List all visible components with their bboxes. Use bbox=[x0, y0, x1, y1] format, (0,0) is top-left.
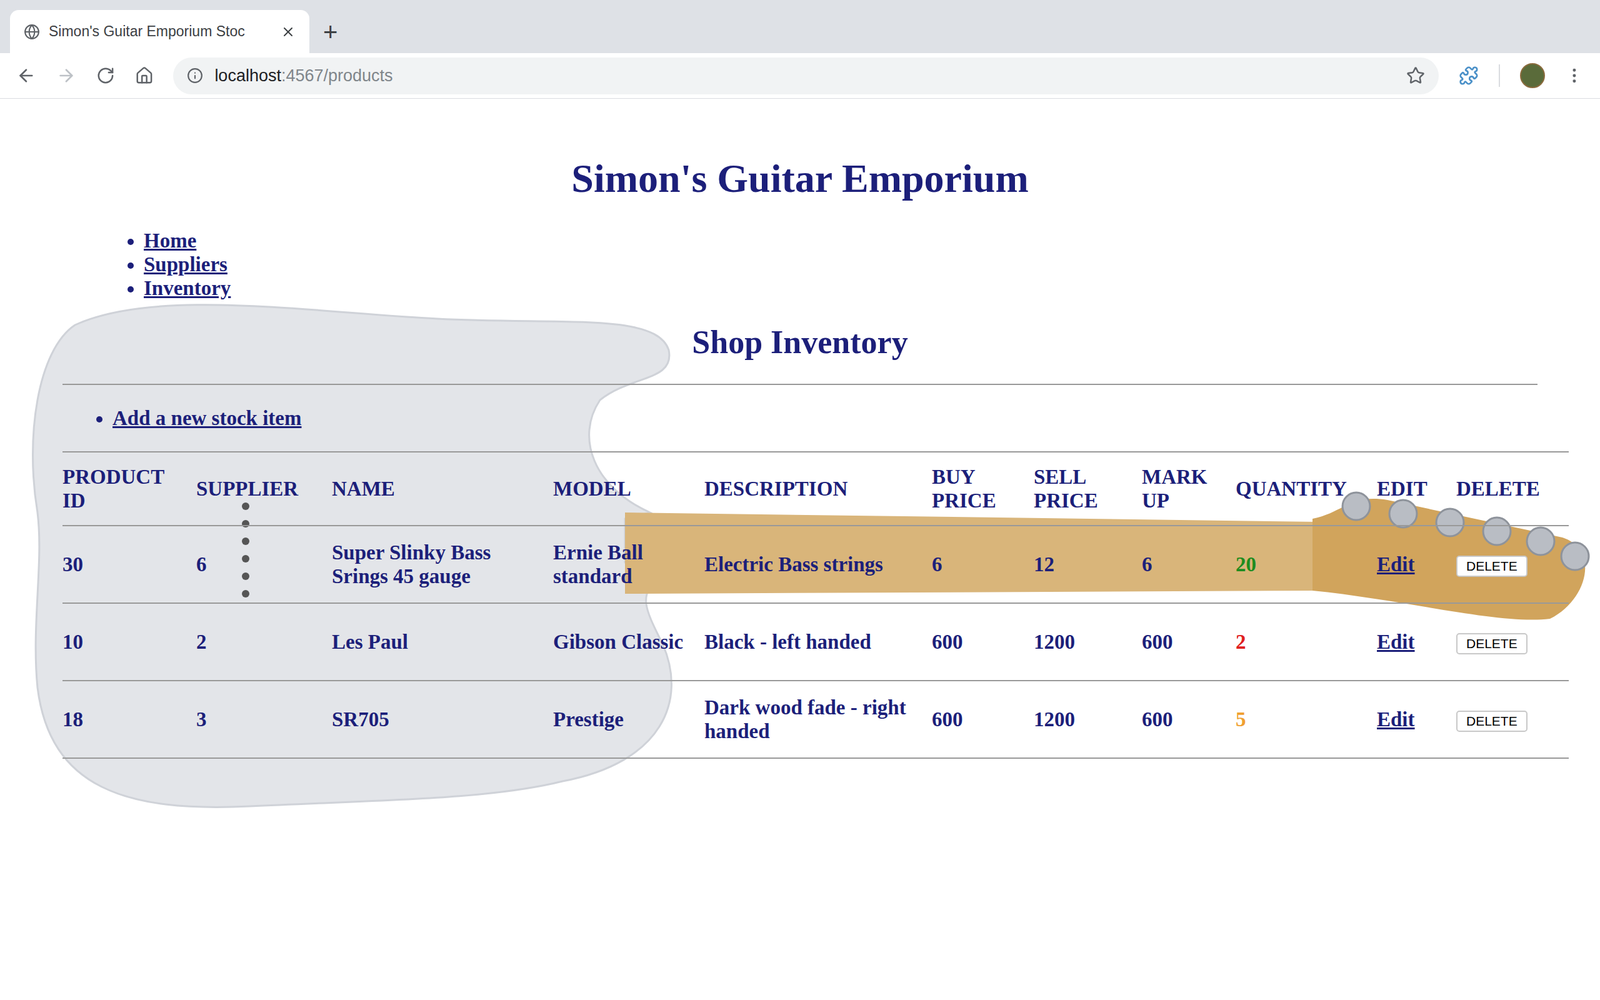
product-id-cell: 18 bbox=[62, 680, 197, 759]
supplier-cell: 2 bbox=[196, 603, 332, 681]
guitar-headstock-icon bbox=[1312, 498, 1585, 620]
forward-icon[interactable] bbox=[56, 65, 77, 86]
tuner-icon bbox=[1389, 500, 1417, 528]
add-stock-link[interactable]: Add a new stock item bbox=[112, 406, 1538, 430]
delete-button[interactable]: DELETE bbox=[1456, 633, 1528, 655]
browser-window: Simon's Guitar Emporium Stoc + localhost:4… bbox=[0, 0, 1600, 1000]
actions-list: Add a new stock item bbox=[112, 385, 1538, 452]
back-icon[interactable] bbox=[16, 65, 37, 86]
supplier-cell: 6 bbox=[196, 525, 332, 604]
edit-link[interactable]: Edit bbox=[1376, 553, 1415, 576]
column-header: DESCRIPTION bbox=[704, 451, 932, 526]
nav-item[interactable]: Suppliers bbox=[143, 252, 1538, 277]
tuner-icon bbox=[1483, 517, 1511, 545]
model-cell: Prestige bbox=[553, 680, 705, 759]
tab-bar: Simon's Guitar Emporium Stoc + bbox=[0, 0, 1600, 54]
browser-tab[interactable]: Simon's Guitar Emporium Stoc bbox=[10, 10, 310, 54]
profile-avatar-icon[interactable] bbox=[1520, 63, 1545, 89]
divider bbox=[62, 383, 1538, 385]
edit-link[interactable]: Edit bbox=[1376, 630, 1415, 654]
bookmark-star-icon[interactable] bbox=[1406, 66, 1425, 85]
home-icon[interactable] bbox=[135, 66, 154, 85]
product-id-cell: 30 bbox=[62, 525, 197, 604]
edit-link[interactable]: Edit bbox=[1376, 708, 1415, 731]
model-cell: Gibson Classic bbox=[553, 603, 705, 681]
main-nav: HomeSuppliersInventory bbox=[143, 228, 1538, 300]
page: Simon's Guitar Emporium HomeSuppliersInve… bbox=[0, 98, 1600, 809]
table-row: 102Les PaulGibson ClassicBlack - left ha… bbox=[62, 603, 1569, 681]
guitar-background-icon bbox=[0, 98, 1600, 1000]
column-header: MODEL bbox=[553, 451, 705, 526]
model-cell: Ernie Ball standard bbox=[553, 525, 705, 604]
delete-button[interactable]: DELETE bbox=[1456, 710, 1528, 732]
url: localhost:4567/products bbox=[214, 63, 1395, 89]
nav-item[interactable]: Inventory bbox=[143, 276, 1538, 300]
column-header: SUPPLIER bbox=[196, 451, 332, 526]
column-header: EDIT bbox=[1376, 451, 1457, 526]
omnibox[interactable]: localhost:4567/products bbox=[173, 57, 1439, 95]
pickup-pole-icon bbox=[241, 555, 250, 563]
delete-cell: DELETE bbox=[1456, 525, 1569, 604]
markup-cell: 6 bbox=[1141, 525, 1236, 604]
pickup-pole-icon bbox=[241, 590, 250, 598]
description-cell: Black - left handed bbox=[704, 603, 932, 681]
table-row: 306Super Slinky Bass Srings 45 gaugeErni… bbox=[62, 525, 1569, 604]
sell-price-cell: 1200 bbox=[1033, 603, 1142, 681]
inventory-table: PRODUCT IDSUPPLIERNAMEMODELDESCRIPTIONBU… bbox=[62, 451, 1569, 759]
delete-cell: DELETE bbox=[1456, 603, 1569, 681]
quantity-cell: 20 bbox=[1235, 525, 1377, 604]
pickup-pole-icon bbox=[241, 520, 250, 528]
pickup-pole-icon bbox=[241, 537, 250, 545]
delete-cell: DELETE bbox=[1456, 680, 1569, 759]
table-row: 183SR705PrestigeDark wood fade - right h… bbox=[62, 680, 1569, 759]
name-cell: Super Slinky Bass Srings 45 gauge bbox=[331, 525, 554, 604]
menu-icon[interactable] bbox=[1565, 66, 1584, 85]
toolbar: localhost:4567/products bbox=[0, 53, 1600, 99]
column-header: DELETE bbox=[1456, 451, 1569, 526]
column-header: SELL PRICE bbox=[1033, 451, 1142, 526]
column-header: BUY PRICE bbox=[931, 451, 1034, 526]
pickup-pole-icon bbox=[241, 572, 250, 580]
sell-price-cell: 1200 bbox=[1033, 680, 1142, 759]
tab-title: Simon's Guitar Emporium Stoc bbox=[48, 20, 272, 43]
tuner-icon bbox=[1436, 508, 1464, 537]
site-title: Simon's Guitar Emporium bbox=[62, 98, 1538, 202]
toolbar-divider bbox=[1498, 64, 1500, 87]
nav-item[interactable]: Home bbox=[143, 228, 1538, 253]
name-cell: SR705 bbox=[331, 680, 554, 759]
buy-price-cell: 600 bbox=[931, 680, 1034, 759]
info-icon[interactable] bbox=[186, 67, 204, 84]
tuner-icon bbox=[1526, 527, 1555, 555]
table-header: PRODUCT IDSUPPLIERNAMEMODELDESCRIPTIONBU… bbox=[62, 451, 1569, 526]
pickup-pole-icon bbox=[241, 502, 250, 510]
edit-cell: Edit bbox=[1376, 603, 1457, 681]
extension-icon[interactable] bbox=[1458, 65, 1479, 86]
product-id-cell: 10 bbox=[62, 603, 197, 681]
column-header: NAME bbox=[331, 451, 554, 526]
edit-cell: Edit bbox=[1376, 680, 1457, 759]
sell-price-cell: 12 bbox=[1033, 525, 1142, 604]
quantity-cell: 2 bbox=[1235, 603, 1377, 681]
new-tab-button[interactable]: + bbox=[323, 10, 338, 54]
column-header: MARK UP bbox=[1141, 451, 1236, 526]
column-header: PRODUCT ID bbox=[62, 451, 197, 526]
buy-price-cell: 600 bbox=[931, 603, 1034, 681]
tuner-icon bbox=[1561, 542, 1589, 570]
column-header: QUANTITY bbox=[1235, 451, 1377, 526]
page-heading: Shop Inventory bbox=[62, 323, 1538, 362]
reload-icon[interactable] bbox=[96, 66, 115, 85]
markup-cell: 600 bbox=[1141, 680, 1236, 759]
globe-icon bbox=[23, 23, 40, 40]
buy-price-cell: 6 bbox=[931, 525, 1034, 604]
close-icon[interactable] bbox=[280, 24, 296, 40]
markup-cell: 600 bbox=[1141, 603, 1236, 681]
quantity-cell: 5 bbox=[1235, 680, 1377, 759]
description-cell: Electric Bass strings bbox=[704, 525, 932, 604]
description-cell: Dark wood fade - right handed bbox=[704, 680, 932, 759]
supplier-cell: 3 bbox=[196, 680, 332, 759]
edit-cell: Edit bbox=[1376, 525, 1457, 604]
name-cell: Les Paul bbox=[331, 603, 554, 681]
delete-button[interactable]: DELETE bbox=[1456, 555, 1528, 577]
